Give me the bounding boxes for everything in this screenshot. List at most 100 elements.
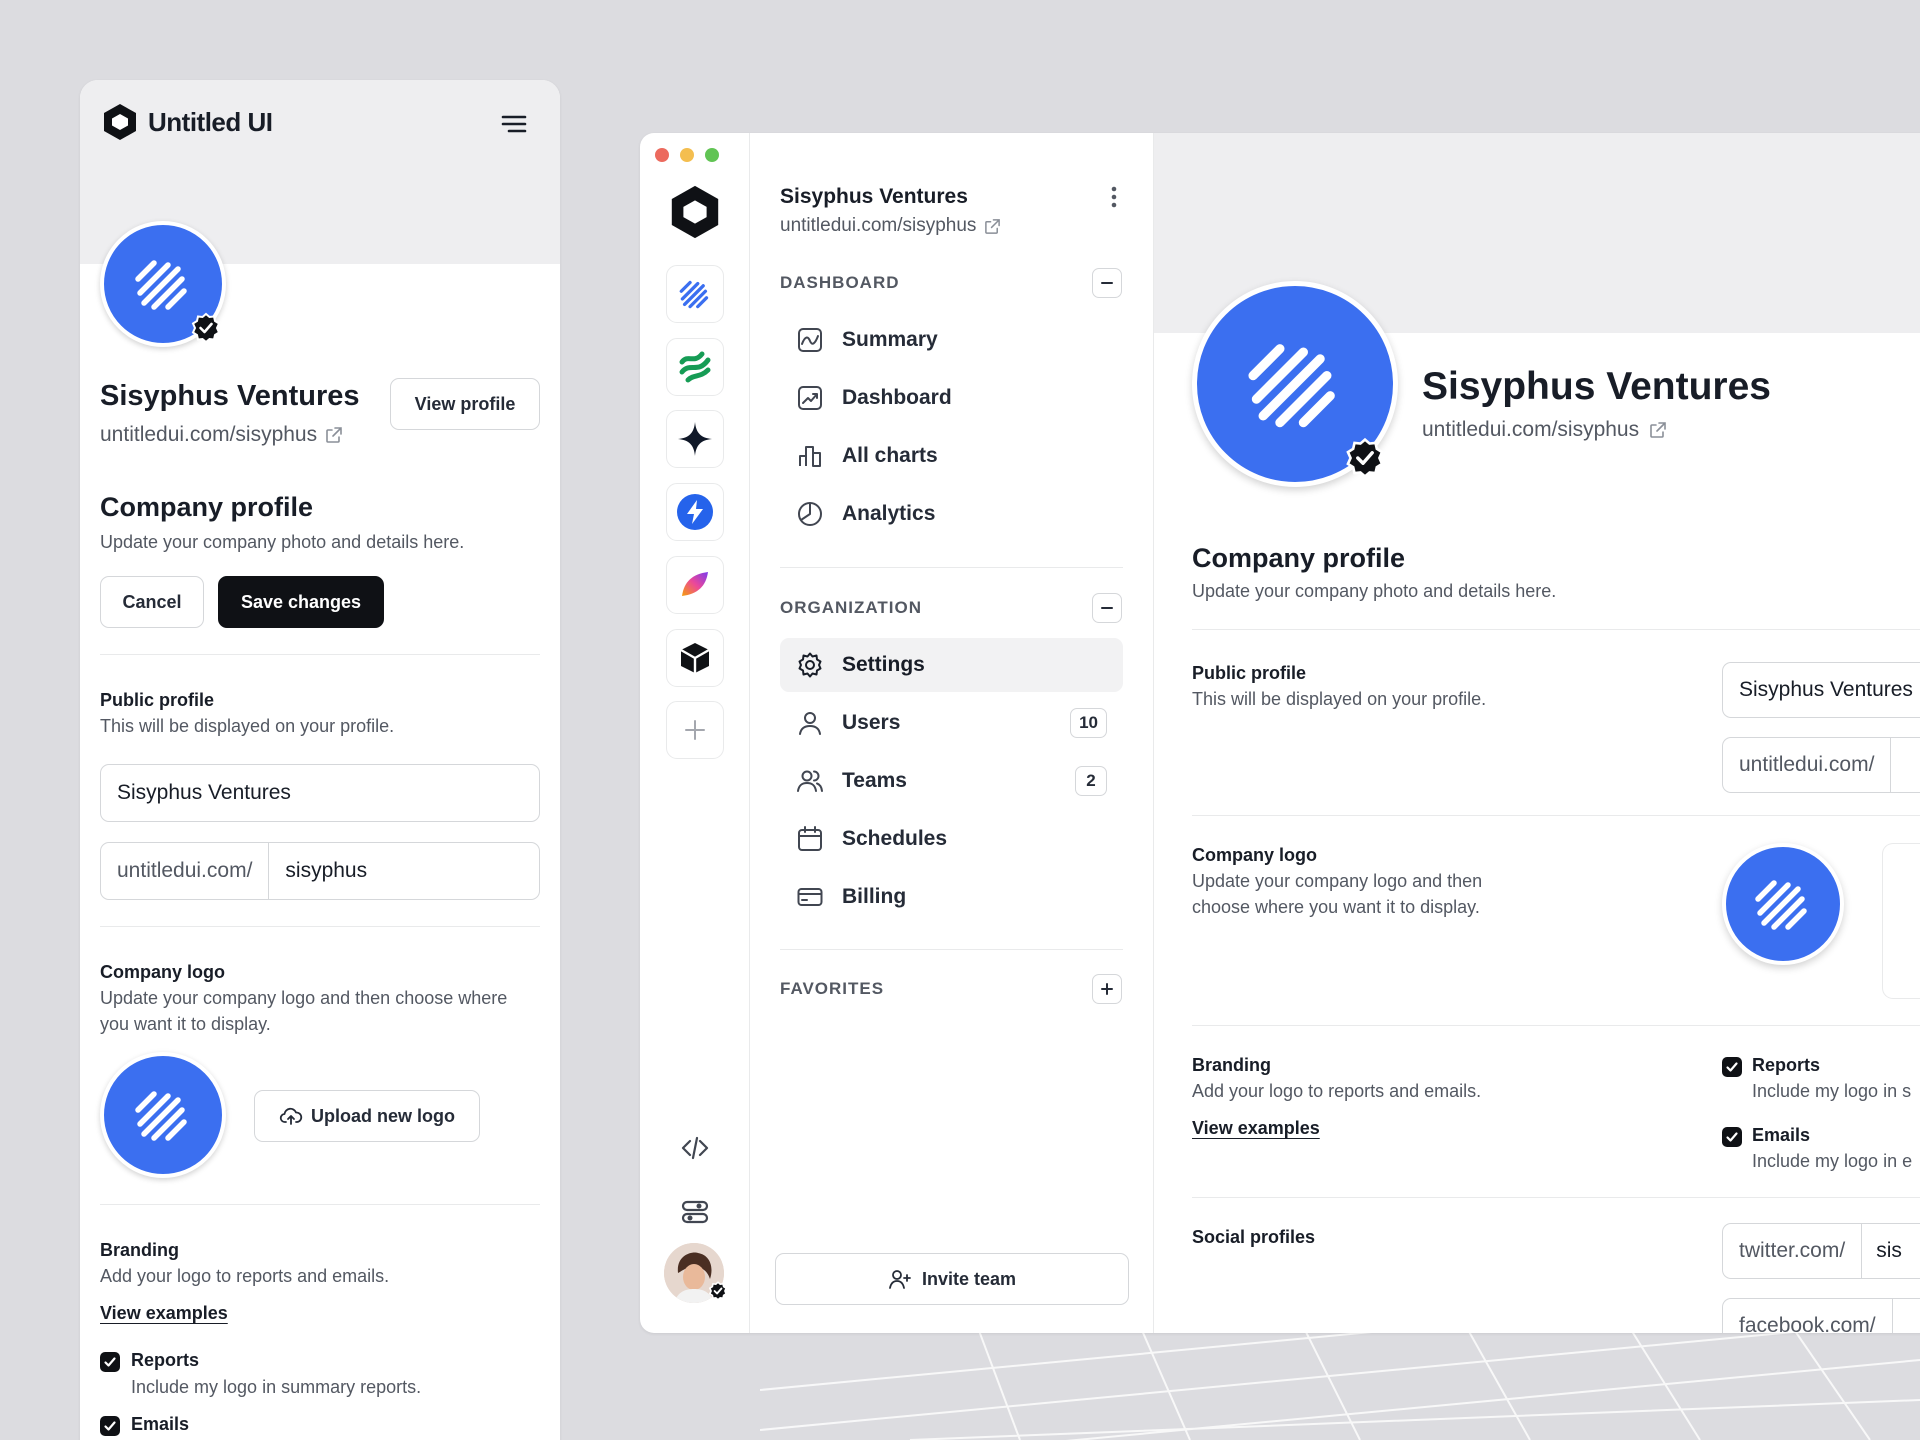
credit-card-icon [797,888,823,906]
toggles-icon[interactable] [680,1197,710,1227]
collapse-dashboard-button[interactable] [1092,268,1122,298]
divider [1192,1025,1920,1026]
invite-team-button[interactable]: Invite team [775,1253,1129,1305]
twitter-value: sis [1876,1239,1902,1262]
reports-checkbox[interactable] [1722,1057,1742,1077]
summary-icon [798,328,822,352]
nav-item-billing[interactable]: Billing [780,870,1123,924]
cancel-button[interactable]: Cancel [100,576,204,628]
organization-url-text: untitledui.com/sisyphus [780,215,977,236]
upload-logo-button[interactable]: Upload new logo [254,1090,480,1142]
workspace-sisyphus-tile[interactable] [666,265,724,323]
divider [780,567,1123,568]
company-name-input[interactable]: Sisyphus Ventures [100,764,540,822]
company-logo-description-line-1: Update your company logo and then [1192,871,1483,891]
reports-checkbox[interactable] [100,1352,120,1372]
company-url-input[interactable]: untitledui.com/ sisyphus [100,842,540,900]
company-name-value: Sisyphus Ventures [117,781,291,804]
public-profile-label: Public profile [100,690,215,710]
navigation-sidebar: Sisyphus Ventures untitledui.com/sisyphu… [750,133,1154,1333]
company-name-input[interactable]: Sisyphus Ventures [1722,662,1920,718]
workspace-bolt-tile[interactable] [666,483,724,541]
view-profile-button[interactable]: View profile [390,378,540,430]
company-url-input[interactable]: untitledui.com/ [1722,737,1920,793]
app-rail [640,133,750,1333]
organization-url[interactable]: untitledui.com/sisyphus [780,215,1001,237]
section-subtitle: Update your company photo and details he… [100,532,465,552]
dashboard-icon [798,386,822,410]
cube-icon [680,643,710,673]
divider [1192,1197,1920,1198]
public-profile-label: Public profile [1192,663,1307,683]
branding-label: Branding [1192,1055,1271,1075]
window-controls [655,148,719,162]
twitter-input[interactable]: twitter.com/ sis [1722,1223,1920,1279]
company-url[interactable]: untitledui.com/sisyphus [100,423,343,447]
gear-icon [798,652,822,678]
minimize-window-button[interactable] [680,148,694,162]
logo-upload-dropzone[interactable] [1882,843,1920,999]
workspace-green-tile[interactable] [666,338,724,396]
nav-item-users[interactable]: Users 10 [780,696,1123,750]
collapse-organization-button[interactable] [1092,593,1122,623]
nav-item-schedules[interactable]: Schedules [780,812,1123,866]
minus-icon [1101,282,1113,284]
nav-item-settings[interactable]: Settings [780,638,1123,692]
company-url[interactable]: untitledui.com/sisyphus [1422,418,1667,442]
sparkle-star-icon [678,422,712,456]
more-options-icon[interactable] [1110,185,1118,209]
company-logo-label: Company logo [100,962,225,982]
teams-count-badge: 2 [1075,766,1107,796]
workspace-star-tile[interactable] [666,410,724,468]
brand-logo[interactable]: Untitled UI [100,102,273,142]
facebook-input[interactable]: facebook.com/ [1722,1298,1920,1333]
company-logo-description-line-2: choose where you want it to display. [1192,897,1480,917]
minus-icon [1101,607,1113,609]
code-icon[interactable] [680,1133,710,1163]
company-logo-icon [1755,880,1807,930]
workspace-gradient-tile[interactable] [666,556,724,614]
divider [100,926,540,927]
nav-item-all-charts[interactable]: All charts [780,429,1123,483]
checkmark-icon [104,1357,116,1367]
twitter-prefix: twitter.com/ [1723,1224,1863,1278]
nav-item-summary[interactable]: Summary [780,313,1123,367]
user-plus-icon [889,1270,911,1289]
emails-label: Emails [1752,1125,1811,1145]
view-examples-link[interactable]: View examples [100,1303,228,1324]
company-logo-icon [1248,344,1335,428]
view-examples-link[interactable]: View examples [1192,1118,1320,1139]
facebook-prefix: facebook.com/ [1723,1299,1893,1333]
nav-item-label: Teams [842,769,907,792]
add-workspace-button[interactable] [666,701,724,759]
desktop-window: Sisyphus Ventures untitledui.com/sisyphu… [640,133,1920,1333]
reports-description: Include my logo in s [1752,1081,1912,1101]
divider [780,949,1123,950]
bar-chart-icon [799,446,821,467]
add-favorite-button[interactable] [1092,974,1122,1004]
nav-item-label: Settings [842,653,925,676]
hamburger-menu-icon[interactable] [500,110,528,138]
company-name: Sisyphus Ventures [100,380,360,412]
app-logo-icon[interactable] [666,183,724,241]
company-logo-icon [135,1091,187,1141]
maximize-window-button[interactable] [705,148,719,162]
favorites-section-heading: FAVORITES [780,979,885,998]
brand-name: Untitled UI [148,106,273,137]
save-changes-button[interactable]: Save changes [218,576,384,628]
gradient-shape-icon [682,572,708,596]
checkmark-icon [1726,1132,1738,1142]
url-slug-value: sisyphus [285,859,368,882]
section-title: Company profile [1192,543,1406,573]
nav-item-teams[interactable]: Teams 2 [780,754,1123,808]
nav-item-label: All charts [842,444,938,467]
emails-checkbox[interactable] [1722,1127,1742,1147]
close-window-button[interactable] [655,148,669,162]
workspace-cube-tile[interactable] [666,629,724,687]
checkmark-icon [1726,1062,1738,1072]
nav-item-dashboard[interactable]: Dashboard [780,371,1123,425]
divider [1192,815,1920,816]
nav-item-analytics[interactable]: Analytics [780,487,1123,541]
external-link-icon [1650,422,1666,438]
emails-checkbox[interactable] [100,1416,120,1436]
